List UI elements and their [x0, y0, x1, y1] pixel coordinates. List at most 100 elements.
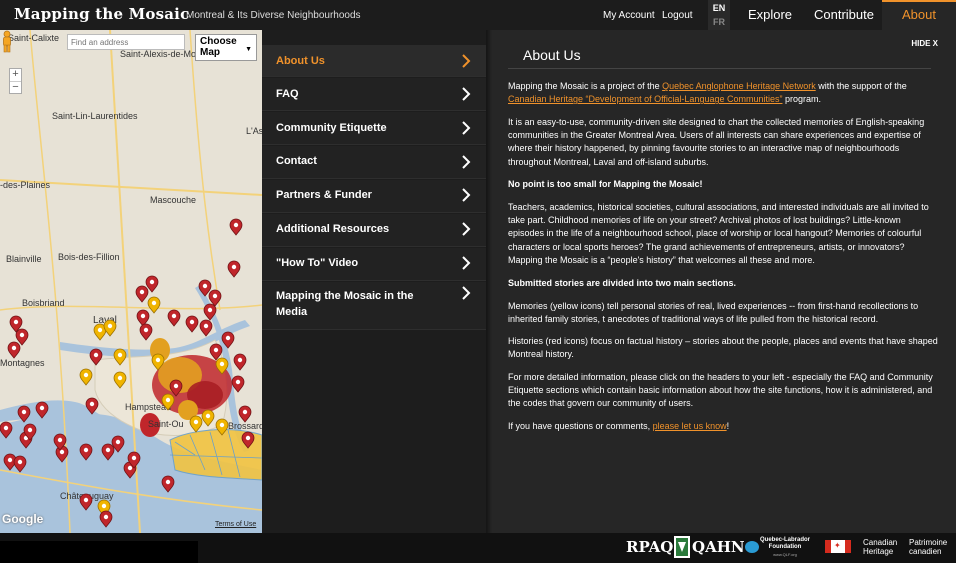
google-logo: Google	[2, 512, 44, 526]
menu-item-contact[interactable]: Contact	[262, 146, 486, 179]
text-span: program.	[782, 94, 821, 105]
text-span: Mapping the Mosaic is a project of the	[508, 81, 663, 91]
map-label: Saint-Ou	[148, 419, 184, 429]
canadian-heritage-line2: Heritage	[863, 547, 894, 556]
qlf-line1: Quebec-Labrador	[760, 537, 811, 543]
menu-item-additional-resources[interactable]: Additional Resources	[262, 214, 486, 247]
qlf-line2: Foundation	[768, 544, 802, 550]
menu-item-label: Partners & Funder	[276, 189, 372, 201]
menu-item-in-the-media[interactable]: Mapping the Mosaic in the Media	[262, 282, 486, 330]
paragraph-histories: Histories (red icons) focus on factual h…	[508, 336, 938, 360]
chevron-right-icon	[462, 121, 471, 135]
qlf-logo[interactable]: Quebec-Labrador Foundation www.QLF.org	[760, 537, 810, 558]
paragraph-description: It is an easy-to-use, community-driven s…	[508, 117, 925, 167]
chevron-right-icon	[462, 188, 471, 202]
zoom-control: + −	[9, 68, 22, 94]
rpaq-logo[interactable]: RPAQ	[626, 538, 673, 556]
chevron-right-icon	[462, 54, 471, 68]
my-account-link[interactable]: My Account	[603, 10, 655, 21]
contact-us-link[interactable]: please let us know	[653, 421, 727, 431]
qahn-logo-icon	[674, 536, 690, 558]
choose-map-dropdown[interactable]: Choose Map ▼	[195, 34, 257, 61]
menu-item-faq[interactable]: FAQ	[262, 78, 486, 111]
menu-item-label: "How To" Video	[276, 257, 359, 269]
qlf-logo-icon	[745, 541, 759, 553]
address-search-input[interactable]	[67, 34, 185, 50]
logout-link[interactable]: Logout	[662, 10, 693, 21]
site-tagline: Montreal & Its Diverse Neighbourhoods	[186, 10, 361, 21]
text-span: If you have questions or comments,	[508, 421, 653, 431]
zoom-out-button[interactable]: −	[10, 81, 21, 93]
chevron-right-icon	[462, 222, 471, 236]
zoom-in-button[interactable]: +	[10, 69, 21, 81]
paragraph-more-info: For more detailed information, please cl…	[508, 372, 933, 409]
patrimoine-line2: canadien	[909, 547, 942, 556]
terms-of-use-link[interactable]: Terms of Use	[215, 521, 256, 528]
chevron-right-icon	[462, 155, 471, 169]
site-title[interactable]: Mapping the Mosaic	[14, 5, 189, 23]
page-title: About Us	[523, 47, 581, 63]
map-canvas	[0, 30, 262, 533]
qahn-logo[interactable]: QAHN	[692, 538, 745, 556]
paragraph-sections-heading: Submitted stories are divided into two m…	[508, 278, 737, 288]
menu-item-label: About Us	[276, 55, 325, 67]
map-label: Saint-Lin-Laurentides	[52, 111, 138, 121]
map-label: Laval	[93, 315, 117, 326]
story-map[interactable]: Saint-Calixte Saint-Alexis-de-Montcalm S…	[0, 30, 262, 533]
map-label: Hampstead	[125, 402, 172, 412]
app-root: Mapping the Mosaic Montreal & Its Divers…	[0, 0, 956, 563]
canadian-heritage-link[interactable]: Canadian Heritage “Development of Offici…	[508, 94, 782, 104]
paragraph-intro: Mapping the Mosaic is a project of the Q…	[508, 80, 938, 106]
menu-item-how-to-video[interactable]: "How To" Video	[262, 248, 486, 281]
patrimoine-canadien-text: Patrimoine canadien	[909, 538, 947, 556]
map-label: -des-Plaines	[0, 180, 51, 190]
chevron-right-icon	[462, 87, 471, 101]
paragraph-memories: Memories (yellow icons) tell personal st…	[508, 301, 919, 325]
tab-about[interactable]: About	[882, 0, 956, 30]
map-label: L'Assomption	[246, 126, 262, 136]
footer: RPAQ QAHN Quebec-Labrador Foundation www…	[0, 533, 956, 563]
tab-explore[interactable]: Explore	[734, 0, 806, 30]
pegman-icon[interactable]	[0, 30, 14, 54]
map-label: Boisbriand	[22, 298, 65, 308]
menu-item-label: Contact	[276, 155, 317, 167]
chevron-down-icon: ▼	[245, 46, 252, 53]
tab-contribute[interactable]: Contribute	[806, 0, 882, 30]
map-label: Bois-des-Fillion	[58, 252, 120, 262]
paragraph-invitation: Teachers, academics, historical societie…	[508, 202, 929, 265]
qlf-url: www.QLF.org	[773, 552, 797, 557]
text-span: with the support of the	[815, 81, 907, 91]
paragraph-contact: If you have questions or comments, pleas…	[508, 420, 938, 433]
hide-panel-button[interactable]: HIDE X	[911, 39, 938, 48]
choose-map-label: Choose Map	[200, 36, 237, 58]
map-label: Saint-Calixte	[8, 33, 60, 43]
map-label: Blainville	[6, 254, 42, 264]
canadian-heritage-text: Canadian Heritage	[863, 538, 897, 556]
menu-item-community-etiquette[interactable]: Community Etiquette	[262, 112, 486, 145]
paragraph-tagline: No point is too small for Mapping the Mo…	[508, 179, 703, 189]
menu-item-label: Additional Resources	[276, 223, 390, 235]
map-label: Mascouche	[150, 195, 197, 205]
chevron-right-icon	[462, 256, 471, 270]
menu-item-about-us[interactable]: About Us	[262, 45, 486, 77]
lang-en[interactable]: EN	[708, 0, 730, 15]
canada-flag-icon: ✦	[825, 540, 851, 553]
menu-item-partners-funder[interactable]: Partners & Funder	[262, 180, 486, 213]
map-label: Châteauguay	[60, 491, 114, 501]
chevron-right-icon	[462, 286, 471, 300]
menu-item-label: FAQ	[276, 88, 299, 100]
top-header: Mapping the Mosaic Montreal & Its Divers…	[0, 0, 956, 30]
patrimoine-line1: Patrimoine	[909, 538, 948, 547]
map-label: Montagnes	[0, 358, 45, 368]
menu-item-label: Community Etiquette	[276, 122, 387, 134]
menu-item-label: Mapping the Mosaic in the Media	[276, 290, 414, 318]
about-content-panel: HIDE X About Us Mapping the Mosaic is a …	[492, 30, 956, 533]
about-menu: About Us FAQ Community Etiquette Contact…	[262, 30, 486, 533]
language-switcher: EN FR	[708, 0, 730, 30]
canadian-heritage-line1: Canadian	[863, 538, 898, 547]
text-span: !	[726, 421, 730, 431]
footer-black-bar	[0, 541, 198, 563]
map-label: Brossard	[228, 421, 262, 431]
qahn-link[interactable]: Quebec Anglophone Heritage Network	[662, 81, 816, 91]
lang-fr[interactable]: FR	[708, 15, 730, 29]
